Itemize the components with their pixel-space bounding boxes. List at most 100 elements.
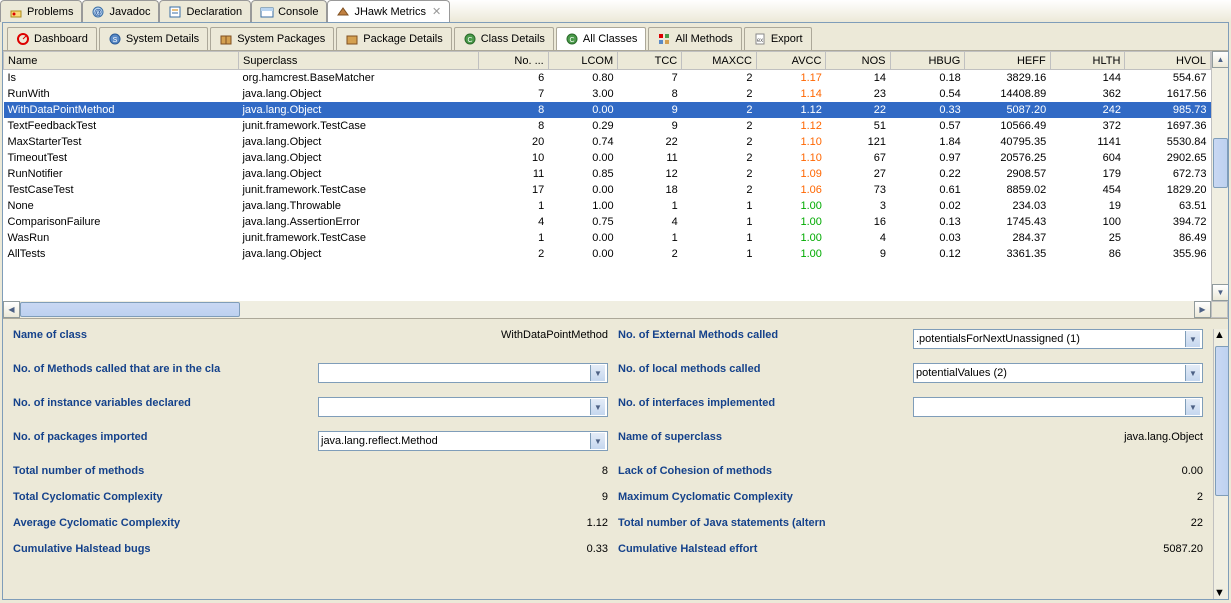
scroll-thumb[interactable] bbox=[1215, 346, 1228, 496]
tab-javadoc[interactable]: @Javadoc bbox=[82, 0, 159, 22]
combo-interfaces[interactable]: ▼ bbox=[913, 397, 1203, 417]
table-row[interactable]: RunWithjava.lang.Object73.00821.14230.54… bbox=[4, 86, 1211, 102]
details-vertical-scrollbar[interactable]: ▲ ▼ bbox=[1213, 329, 1228, 599]
col-maxcc[interactable]: MAXCC bbox=[682, 52, 757, 70]
svg-text:S: S bbox=[112, 37, 117, 44]
label-packages-imported: No. of packages imported bbox=[13, 431, 308, 451]
value-cum-bugs: 0.33 bbox=[318, 543, 608, 555]
col-heff[interactable]: HEFF bbox=[965, 52, 1050, 70]
tab-console[interactable]: Console bbox=[251, 0, 327, 22]
table-row[interactable]: Nonejava.lang.Throwable11.00111.0030.022… bbox=[4, 198, 1211, 214]
combo-packages-imported[interactable]: java.lang.reflect.Method▼ bbox=[318, 431, 608, 451]
table-row[interactable]: RunNotifierjava.lang.Object110.851221.09… bbox=[4, 166, 1211, 182]
col-avcc[interactable]: AVCC bbox=[757, 52, 826, 70]
tab-dashboard[interactable]: Dashboard bbox=[7, 27, 97, 50]
label-local-methods: No. of local methods called bbox=[618, 363, 903, 383]
value-total-cyclo: 9 bbox=[318, 491, 608, 503]
value-cum-effort: 5087.20 bbox=[913, 543, 1203, 555]
label-lack-cohesion: Lack of Cohesion of methods bbox=[618, 465, 903, 477]
scroll-left-arrow[interactable]: ◀ bbox=[3, 301, 20, 318]
label-external-methods: No. of External Methods called bbox=[618, 329, 903, 349]
label-max-cyclo: Maximum Cyclomatic Complexity bbox=[618, 491, 903, 503]
close-icon[interactable]: ✕ bbox=[432, 5, 441, 18]
class-details-icon: C bbox=[463, 32, 477, 46]
col-hbug[interactable]: HBUG bbox=[890, 52, 965, 70]
table-vertical-scrollbar[interactable]: ▲ ▼ bbox=[1211, 51, 1228, 301]
chevron-down-icon: ▼ bbox=[1185, 331, 1200, 347]
svg-text:@: @ bbox=[94, 8, 102, 17]
label-total-methods: Total number of methods bbox=[13, 465, 308, 477]
declaration-icon bbox=[168, 5, 182, 19]
eclipse-view-tabs: Problems @Javadoc Declaration Console JH… bbox=[0, 0, 1231, 22]
chevron-down-icon: ▼ bbox=[590, 399, 605, 415]
metrics-table: Name Superclass No. ... LCOM TCC MAXCC A… bbox=[3, 51, 1211, 301]
combo-local-methods[interactable]: potentialValues (2)▼ bbox=[913, 363, 1203, 383]
console-icon bbox=[260, 5, 274, 19]
table-row[interactable]: ComparisonFailurejava.lang.AssertionErro… bbox=[4, 214, 1211, 230]
jhawk-icon bbox=[336, 5, 350, 19]
chevron-down-icon: ▼ bbox=[1185, 399, 1200, 415]
value-total-stmts: 22 bbox=[913, 517, 1203, 529]
label-methods-in-class: No. of Methods called that are in the cl… bbox=[13, 363, 308, 383]
javadoc-icon: @ bbox=[91, 5, 105, 19]
jhawk-inner-tabs: Dashboard SSystem Details System Package… bbox=[3, 23, 1228, 51]
value-max-cyclo: 2 bbox=[913, 491, 1203, 503]
value-superclass: java.lang.Object bbox=[913, 431, 1203, 451]
col-tcc[interactable]: TCC bbox=[618, 52, 682, 70]
value-avg-cyclo: 1.12 bbox=[318, 517, 608, 529]
label-superclass: Name of superclass bbox=[618, 431, 903, 451]
label-cum-effort: Cumulative Halstead effort bbox=[618, 543, 903, 555]
table-horizontal-scrollbar[interactable]: ◀ ▶ bbox=[3, 301, 1228, 318]
tab-system-details[interactable]: SSystem Details bbox=[99, 27, 208, 50]
table-row[interactable]: WasRunjunit.framework.TestCase10.00111.0… bbox=[4, 230, 1211, 246]
scroll-down-arrow[interactable]: ▼ bbox=[1214, 587, 1225, 599]
table-row[interactable]: AllTestsjava.lang.Object20.00211.0090.12… bbox=[4, 246, 1211, 262]
tab-declaration[interactable]: Declaration bbox=[159, 0, 251, 22]
col-name[interactable]: Name bbox=[4, 52, 239, 70]
col-no[interactable]: No. ... bbox=[479, 52, 548, 70]
col-hlth[interactable]: HLTH bbox=[1050, 52, 1125, 70]
chevron-down-icon: ▼ bbox=[1185, 365, 1200, 381]
table-row[interactable]: WithDataPointMethodjava.lang.Object80.00… bbox=[4, 102, 1211, 118]
combo-external-methods[interactable]: .potentialsForNextUnassigned (1)▼ bbox=[913, 329, 1203, 349]
scroll-right-arrow[interactable]: ▶ bbox=[1194, 301, 1211, 318]
label-name-of-class: Name of class bbox=[13, 329, 308, 349]
value-name-of-class: WithDataPointMethod bbox=[318, 329, 608, 349]
all-methods-icon bbox=[657, 32, 671, 46]
combo-methods-in-class[interactable]: ▼ bbox=[318, 363, 608, 383]
tab-problems[interactable]: Problems bbox=[0, 0, 82, 22]
chevron-down-icon: ▼ bbox=[590, 365, 605, 381]
package-details-icon bbox=[345, 32, 359, 46]
scroll-up-arrow[interactable]: ▲ bbox=[1214, 329, 1228, 341]
tab-package-details[interactable]: Package Details bbox=[336, 27, 452, 50]
combo-instance-vars[interactable]: ▼ bbox=[318, 397, 608, 417]
jhawk-panel: Dashboard SSystem Details System Package… bbox=[2, 22, 1229, 600]
col-hvol[interactable]: HVOL bbox=[1125, 52, 1211, 70]
value-lack-cohesion: 0.00 bbox=[913, 465, 1203, 477]
table-row[interactable]: Isorg.hamcrest.BaseMatcher60.80721.17140… bbox=[4, 70, 1211, 86]
tab-jhawk-metrics[interactable]: JHawk Metrics✕ bbox=[327, 0, 450, 22]
label-avg-cyclo: Average Cyclomatic Complexity bbox=[13, 517, 308, 529]
scroll-thumb[interactable] bbox=[1213, 138, 1228, 188]
col-nos[interactable]: NOS bbox=[826, 52, 890, 70]
label-total-stmts: Total number of Java statements (altern bbox=[618, 517, 903, 529]
metrics-table-container: Name Superclass No. ... LCOM TCC MAXCC A… bbox=[3, 51, 1228, 319]
table-row[interactable]: MaxStarterTestjava.lang.Object200.742221… bbox=[4, 134, 1211, 150]
scroll-down-arrow[interactable]: ▼ bbox=[1212, 284, 1228, 301]
tab-all-classes[interactable]: CAll Classes bbox=[556, 27, 646, 50]
tab-all-methods[interactable]: All Methods bbox=[648, 27, 741, 50]
col-lcom[interactable]: LCOM bbox=[548, 52, 617, 70]
chevron-down-icon: ▼ bbox=[590, 433, 605, 449]
tab-export[interactable]: exExport bbox=[744, 27, 812, 50]
col-superclass[interactable]: Superclass bbox=[238, 52, 478, 70]
tab-system-packages[interactable]: System Packages bbox=[210, 27, 334, 50]
hscroll-thumb[interactable] bbox=[20, 302, 240, 317]
scroll-up-arrow[interactable]: ▲ bbox=[1212, 51, 1228, 68]
table-row[interactable]: TextFeedbackTestjunit.framework.TestCase… bbox=[4, 118, 1211, 134]
class-details-panel: Name of class WithDataPointMethod No. of… bbox=[3, 319, 1228, 599]
system-details-icon: S bbox=[108, 32, 122, 46]
table-row[interactable]: TestCaseTestjunit.framework.TestCase170.… bbox=[4, 182, 1211, 198]
table-row[interactable]: TimeoutTestjava.lang.Object100.001121.10… bbox=[4, 150, 1211, 166]
all-classes-icon: C bbox=[565, 32, 579, 46]
tab-class-details[interactable]: CClass Details bbox=[454, 27, 554, 50]
